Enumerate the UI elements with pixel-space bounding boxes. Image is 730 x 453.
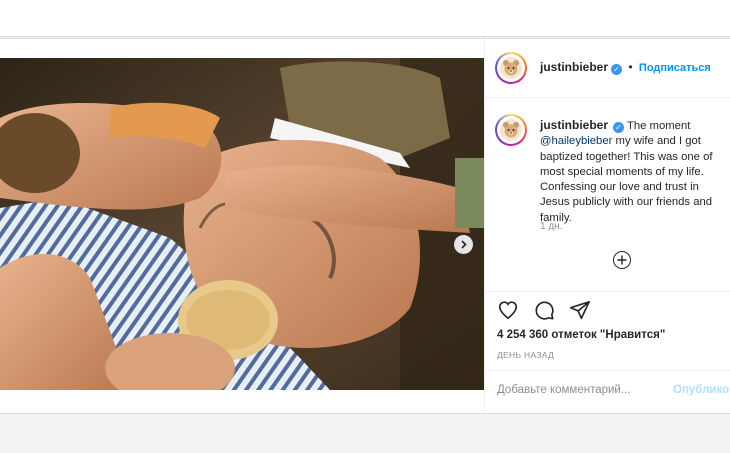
heart-icon[interactable] [497, 299, 519, 321]
comment-form: Опубликовать [485, 370, 730, 414]
comment-input[interactable] [497, 384, 647, 396]
post-header: justinbieber ✓ • Подписаться [485, 39, 730, 98]
likes-count[interactable]: 4 254 360 отметок "Нравится" [497, 329, 665, 341]
post-sidebar: justinbieber ✓ • Подписаться justinbiebe… [484, 39, 730, 413]
posted-time: ДЕНЬ НАЗАД [497, 350, 555, 360]
caption-text-end: my wife and I got baptized together! Thi… [540, 135, 713, 224]
author-avatar[interactable] [495, 52, 527, 84]
post-actions [497, 299, 591, 321]
post-caption: justinbieber ✓ The moment @haileybieber m… [540, 118, 728, 226]
caption-mention-link[interactable]: @haileybieber [540, 135, 612, 147]
post-modal: justinbieber ✓ • Подписаться justinbiebe… [0, 38, 730, 414]
header-separator: • [628, 60, 633, 74]
carousel-next-button[interactable] [454, 235, 473, 254]
load-more-comments-button[interactable] [613, 251, 631, 269]
plus-icon [617, 255, 627, 265]
bear-avatar-icon [500, 57, 522, 79]
follow-button[interactable]: Подписаться [639, 62, 711, 74]
chevron-right-icon [461, 240, 467, 249]
share-icon[interactable] [569, 299, 591, 321]
actions-divider [485, 291, 730, 292]
comment-icon[interactable] [533, 299, 555, 321]
caption-username[interactable]: justinbieber [540, 118, 608, 132]
caption-time-ago: 1 дн. [540, 221, 563, 232]
top-navigation-bar [0, 0, 730, 37]
post-header-row: justinbieber ✓ • Подписаться [540, 60, 711, 75]
post-photo-image [0, 58, 484, 390]
post-photo[interactable] [0, 58, 484, 390]
verified-badge-icon: ✓ [613, 122, 625, 133]
publish-button[interactable]: Опубликовать [673, 384, 730, 396]
author-username[interactable]: justinbieber [540, 60, 608, 74]
bear-avatar-icon [500, 119, 522, 141]
caption-author-avatar[interactable] [495, 114, 527, 146]
verified-badge-icon: ✓ [611, 64, 623, 75]
caption-text-start: The moment [626, 120, 691, 132]
